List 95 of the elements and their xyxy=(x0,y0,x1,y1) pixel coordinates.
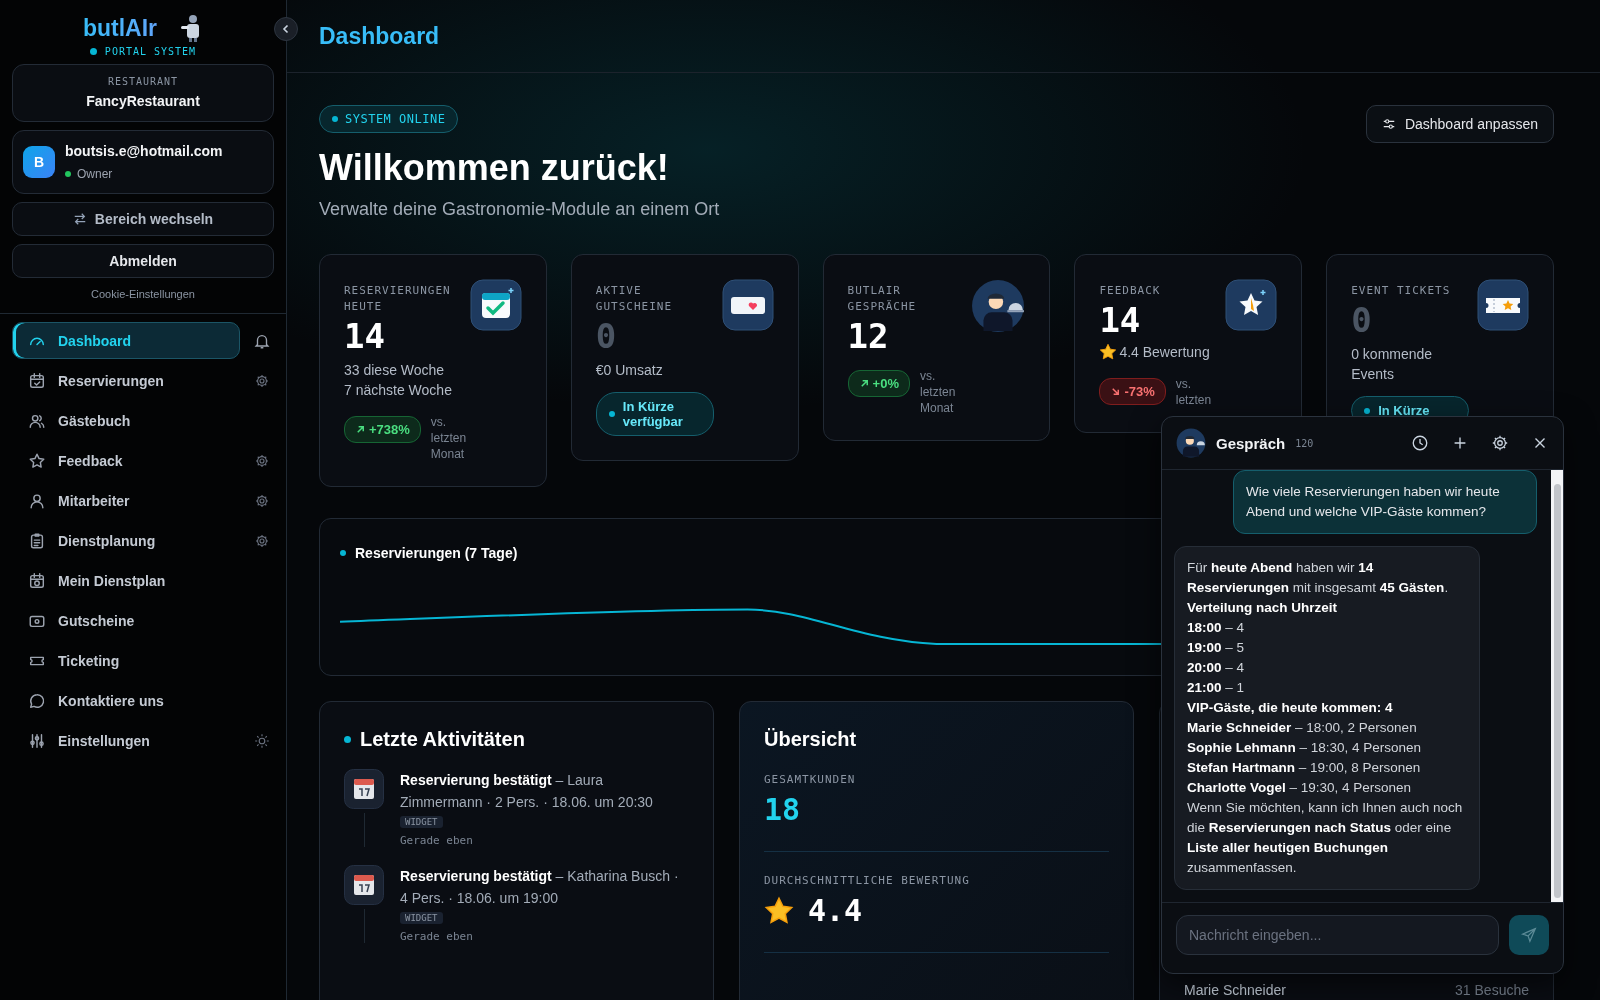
trend-badge: -73% xyxy=(1099,378,1166,405)
arrow-up-right-icon xyxy=(355,424,366,435)
panel-title: Übersicht xyxy=(764,728,858,751)
trend-note: vs. letzten Monat xyxy=(920,368,957,416)
butler-avatar-icon xyxy=(971,279,1026,333)
stat-label: EVENT TICKETS xyxy=(1351,283,1451,299)
star-icon xyxy=(764,895,794,926)
stat-detail: 33 diese Woche xyxy=(344,361,445,380)
guest-name: Marie Schneider xyxy=(1184,982,1286,998)
scrollbar[interactable] xyxy=(1551,470,1563,902)
send-icon xyxy=(1520,926,1538,944)
source-tag: WIDGET xyxy=(400,912,443,924)
nav-item[interactable]: Mein Dienstplan xyxy=(12,562,240,599)
stat-label: AKTIVE GUTSCHEINE xyxy=(595,283,674,315)
stat-label: BUTLAIR GESPRÄCHE xyxy=(847,283,918,315)
source-tag: WIDGET xyxy=(400,816,443,828)
chart-title: Reservierungen (7 Tage) xyxy=(355,545,518,561)
stat-value: 0 xyxy=(595,318,617,354)
user-avatar: B xyxy=(23,146,55,178)
nav-item[interactable]: Dienstplanung xyxy=(12,522,240,559)
stat-detail: 7 nächste Woche xyxy=(344,381,452,400)
activity-text: Reservierung bestätigt – Katharina Busch · 4 Pers. · 18.06. um 19:00 xyxy=(400,867,680,908)
activity-text: Reservierung bestätigt – Laura Zimmermann · 2 Pers. · 18.06. um 20:30 xyxy=(400,771,654,812)
user-icon xyxy=(28,491,46,510)
calendar-icon xyxy=(344,865,384,905)
stat-value: 14 xyxy=(344,318,385,354)
portal-subtitle: PORTAL SYSTEM xyxy=(104,46,197,57)
collapse-button[interactable] xyxy=(274,17,298,41)
trend-badge: +738% xyxy=(344,416,421,443)
status-dot xyxy=(344,736,351,743)
star-icon xyxy=(1099,343,1118,361)
activity-time: Gerade eben xyxy=(400,930,473,943)
nav-item[interactable]: Gutscheine xyxy=(12,602,240,639)
user-role: Owner xyxy=(77,167,113,181)
stat-value: 14 xyxy=(1099,302,1141,338)
switch-area-button[interactable]: Bereich wechseln xyxy=(12,202,274,236)
arrow-up-right-icon xyxy=(858,378,870,389)
clipboard-icon xyxy=(28,531,46,550)
metric-label: GESAMTKUNDEN xyxy=(764,773,857,786)
calendar-icon xyxy=(28,571,46,590)
system-status-badge: SYSTEM ONLINE xyxy=(319,105,459,133)
metric-label: DURCHSCHNITTLICHE BEWERTUNG xyxy=(764,874,971,887)
welcome-heading: Willkommen zurück! xyxy=(319,147,669,189)
swap-arrows-icon xyxy=(72,212,87,226)
nav-item[interactable]: Ticketing xyxy=(12,642,240,679)
history-clock-icon[interactable] xyxy=(1411,434,1429,452)
message-count: 120 xyxy=(1295,437,1314,449)
welcome-subtitle: Verwalte deine Gastronomie-Module an einem Ort xyxy=(319,199,720,220)
butler-avatar-icon xyxy=(1176,428,1206,458)
panel-title: Letzte Aktivitäten xyxy=(360,728,525,751)
nav-item[interactable]: Reservierungen xyxy=(12,362,240,399)
trend-note: vs. letzten Monat xyxy=(430,414,468,462)
visit-count: 31 Besuche xyxy=(1455,982,1529,998)
activity-time: Gerade eben xyxy=(400,834,473,847)
nav-item[interactable]: Einstellungen xyxy=(12,722,240,759)
stat-label: FEEDBACK xyxy=(1099,283,1161,299)
coming-soon-badge: In Kürze verfügbar xyxy=(595,392,714,436)
stat-detail: 0 kommende Events xyxy=(1351,345,1434,384)
arrow-down-right-icon xyxy=(1110,386,1122,397)
message-input[interactable]: Nachricht eingeben... xyxy=(1176,915,1499,955)
nav-item[interactable]: Mitarbeiter xyxy=(12,482,240,519)
status-dot xyxy=(89,48,97,55)
sliders-icon xyxy=(1381,117,1396,131)
calendar-icon xyxy=(344,769,384,809)
calendar-check-icon xyxy=(28,371,46,390)
star-icon xyxy=(28,451,46,470)
stat-detail: €0 Umsatz xyxy=(595,361,663,380)
metric-value: 18 xyxy=(764,792,801,827)
sun-icon[interactable] xyxy=(254,732,270,749)
nav-item[interactable]: Gästebuch xyxy=(12,402,240,439)
trend-badge: +0% xyxy=(847,370,910,397)
assistant-message: Für heute Abend haben wir 14 Reservierungen mit insgesamt 45 Gästen. Verteilung nach Uhrzeit 18:00 – 4 19:00 – 5 20:00 – 4 21:00 – 1 VIP-Gäste, die heute kommen: 4 Marie Schneider – 18:00, 2 Personen Sophie Lehmann – 18:30, 4 Personen Stefan Hartmann – 19:00, 8 Personen Charlotte Vogel – 19:30, 4 Personen Wenn Sie möchten, kann ich Ihnen auch noch die Reservierungen nach Status oder eine Liste aller heutigen Buchungen zusammenfassen. xyxy=(1174,546,1480,890)
chat-bubble-icon xyxy=(28,691,46,710)
page-title: Dashboard xyxy=(319,22,440,50)
trend-note: vs. letzten xyxy=(1175,376,1213,408)
cookie-settings-link[interactable]: Cookie-Einstellungen xyxy=(91,288,195,300)
nav-item[interactable]: Dashboard xyxy=(12,322,240,359)
legend-dot xyxy=(340,550,346,556)
nav-item[interactable]: Feedback xyxy=(12,442,240,479)
metric-value: 4.4 xyxy=(808,893,863,928)
stat-label: RESERVIERUNGEN HEUTE xyxy=(344,283,452,315)
user-message: Wie viele Reservierungen haben wir heute Abend und welche VIP-Gäste kommen? xyxy=(1233,470,1537,534)
nav-item[interactable]: Kontaktiere uns xyxy=(12,682,240,719)
restaurant-name: FancyRestaurant xyxy=(86,93,200,109)
stat-value: 0 xyxy=(1351,302,1372,338)
rating-text: 4.4 Bewertung xyxy=(1119,343,1210,362)
logout-button[interactable]: Abmelden xyxy=(12,244,274,278)
calendar-check-icon xyxy=(469,279,522,331)
stat-value: 12 xyxy=(847,318,889,354)
send-button[interactable] xyxy=(1509,915,1549,955)
customize-dashboard-button[interactable]: Dashboard anpassen xyxy=(1365,105,1554,143)
sliders-icon xyxy=(28,731,46,750)
user-email: boutsis.e@hotmail.com xyxy=(65,143,223,159)
restaurant-label: RESTAURANT xyxy=(107,76,179,87)
chat-title: Gespräch xyxy=(1216,434,1286,452)
